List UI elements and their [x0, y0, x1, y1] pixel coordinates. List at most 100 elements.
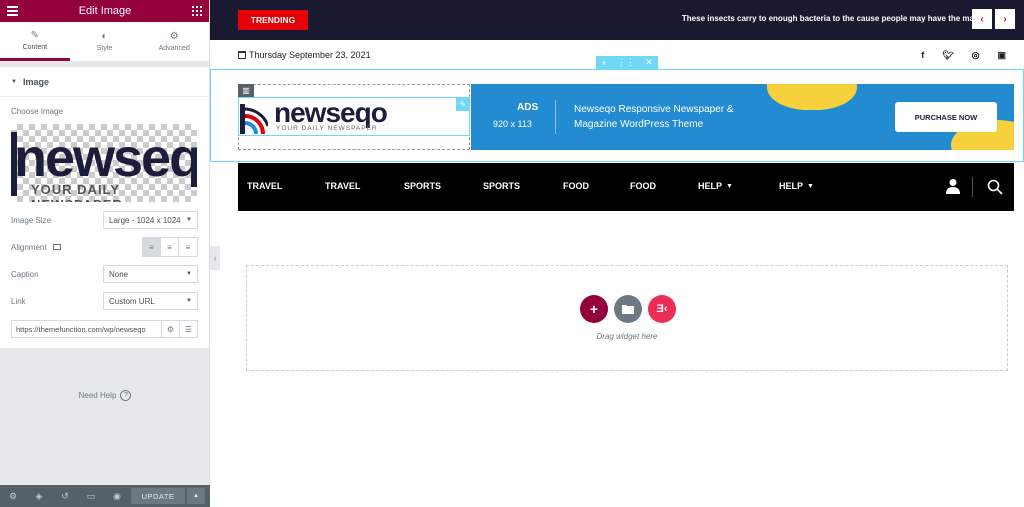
elementskit-library-button[interactable]: Ǝ‹: [648, 295, 676, 323]
nav-item-sports[interactable]: SPORTS: [483, 181, 520, 191]
panel-header: Edit Image: [0, 0, 209, 22]
image-preview[interactable]: newseq YOUR DAILY NEWSPAPER: [11, 124, 197, 202]
image-size-row: Image Size Large - 1024 x 1024 ▼: [11, 211, 198, 229]
align-right-button[interactable]: ≡: [179, 238, 197, 256]
banner-description: Newseqo Responsive Newspaper & Magazine …: [574, 104, 734, 130]
link-row: Link Custom URL ▼: [11, 292, 198, 310]
nav-separator: [972, 177, 973, 197]
user-icon[interactable]: [946, 178, 960, 194]
link-value: Custom URL: [109, 296, 155, 306]
instagram-icon[interactable]: ◎: [972, 50, 980, 61]
tab-advanced-label: Advanced: [158, 45, 190, 52]
facebook-icon[interactable]: f: [921, 50, 924, 61]
folder-icon: [622, 305, 634, 314]
date-text: Thursday September 23, 2021: [249, 50, 371, 60]
update-button[interactable]: UPDATE: [131, 488, 185, 504]
nav-item-sports[interactable]: SPORTS: [404, 181, 441, 191]
chevron-down-icon: ▼: [807, 182, 814, 190]
nav-item-food[interactable]: FOOD: [630, 181, 656, 191]
preview-logo-tagline: YOUR DAILY NEWSPAPER: [31, 182, 122, 202]
panel-title: Edit Image: [78, 5, 132, 17]
ticker-next-button[interactable]: ›: [995, 9, 1015, 29]
news-ticker[interactable]: These insects carry to enough bacteria t…: [682, 14, 974, 23]
tab-content[interactable]: ✎ Content: [0, 22, 70, 61]
caption-value: None: [109, 269, 129, 279]
nav-item-travel[interactable]: TRAVEL: [325, 181, 360, 191]
elementskit-icon: Ǝ‹: [656, 303, 668, 315]
alignment-label: Alignment: [11, 242, 47, 252]
image-size-select[interactable]: Large - 1024 x 1024 ▼: [103, 211, 198, 229]
site-topbar: TRENDING These insects carry to enough b…: [210, 0, 1024, 40]
tab-advanced[interactable]: ⚙ Advanced: [139, 22, 209, 61]
gear-icon: ⚙: [169, 31, 179, 42]
calendar-icon: [238, 51, 246, 59]
url-input[interactable]: https://themefunction.com/wp/newseqo: [11, 320, 162, 338]
link-label: Link: [11, 296, 26, 306]
need-help-link[interactable]: Need Help ?: [0, 390, 210, 401]
chevron-down-icon: ▼: [726, 182, 733, 190]
section-toggle-image[interactable]: ▼ Image: [0, 67, 209, 97]
caption-label: Caption: [11, 269, 39, 279]
alignment-row: Alignment ≡ ≡ ≡: [11, 237, 198, 257]
nav-label: FOOD: [630, 181, 656, 191]
plus-icon: +: [589, 301, 599, 317]
layers-icon[interactable]: ◈: [26, 491, 52, 502]
nav-item-food[interactable]: FOOD: [563, 181, 589, 191]
add-section-icon[interactable]: +: [601, 58, 606, 68]
purchase-now-button[interactable]: PURCHASE NOW: [895, 102, 997, 132]
nav-label: TRAVEL: [247, 181, 283, 191]
panel-footer: ⚙ ◈ ↺ ▭ ◉ UPDATE ▲: [0, 485, 210, 507]
desktop-icon[interactable]: [52, 244, 61, 250]
widget-drop-zone[interactable]: + Ǝ‹ Drag widget here: [246, 265, 1008, 371]
logo-mark-icon: [240, 104, 268, 134]
nav-label: HELP: [698, 181, 723, 191]
banner-decoration: [767, 84, 857, 110]
linkedin-icon[interactable]: ▣: [997, 50, 1006, 61]
tab-style[interactable]: ◐ Style: [70, 22, 140, 61]
ad-banner[interactable]: ADS 920 x 113 Newseqo Responsive Newspap…: [471, 84, 1014, 150]
nav-item-travel[interactable]: TRAVEL: [247, 181, 282, 191]
menu-icon[interactable]: [7, 6, 18, 16]
current-date: Thursday September 23, 2021: [238, 50, 371, 60]
caption-row: Caption None ▼: [11, 265, 198, 283]
nav-label: SPORTS: [483, 181, 521, 191]
link-options-gear-icon[interactable]: ⚙: [162, 320, 180, 338]
dynamic-tags-icon[interactable]: ☰: [180, 320, 198, 338]
history-icon[interactable]: ↺: [52, 491, 78, 502]
responsive-icon[interactable]: ▭: [78, 491, 104, 502]
banner-ads-label: ADS: [517, 102, 539, 113]
twitter-icon[interactable]: 🐦︎: [942, 50, 953, 61]
align-center-button[interactable]: ≡: [161, 238, 179, 256]
link-select[interactable]: Custom URL ▼: [103, 292, 198, 310]
main-nav: TRAVEL TRAVEL SPORTS SPORTS FOOD FOOD HE…: [238, 163, 1014, 211]
preview-eye-icon[interactable]: ◉: [104, 491, 130, 502]
align-left-button[interactable]: ≡: [143, 238, 161, 256]
site-logo-text[interactable]: newseqo: [274, 98, 388, 128]
nav-item-help[interactable]: HELP ▼: [698, 181, 733, 191]
tab-content-label: Content: [22, 43, 48, 51]
drag-section-icon[interactable]: ⋮⋮: [617, 57, 635, 68]
search-icon[interactable]: [987, 179, 1003, 195]
drag-widget-hint: Drag widget here: [596, 332, 658, 341]
add-template-button[interactable]: [614, 295, 642, 323]
edit-widget-pencil-icon[interactable]: ✎: [456, 97, 470, 111]
need-help-label: Need Help: [78, 391, 117, 400]
update-options-button[interactable]: ▲: [187, 488, 205, 504]
widgets-grid-icon[interactable]: [192, 6, 202, 16]
preview-logo-text: newseq: [14, 128, 197, 188]
chevron-down-icon: ▼: [186, 298, 192, 304]
caption-select[interactable]: None ▼: [103, 265, 198, 283]
editor-panel: Edit Image ✎ Content ◐ Style ⚙ Advanced …: [0, 0, 210, 507]
settings-gear-icon[interactable]: ⚙: [0, 491, 26, 502]
column-handle-icon[interactable]: ▥: [238, 84, 254, 97]
pencil-icon: ✎: [30, 29, 40, 41]
collapse-panel-button[interactable]: ‹: [210, 246, 220, 270]
chevron-right-icon: ›: [1003, 13, 1007, 25]
nav-item-help[interactable]: HELP ▼: [779, 181, 814, 191]
section-handle[interactable]: + ⋮⋮ ✕: [596, 56, 658, 69]
add-new-section-button[interactable]: +: [580, 295, 608, 323]
contrast-icon: ◐: [101, 31, 108, 42]
banner-size-label: 920 x 113: [493, 119, 532, 129]
ticker-prev-button[interactable]: ‹: [972, 9, 992, 29]
delete-section-icon[interactable]: ✕: [645, 57, 653, 68]
